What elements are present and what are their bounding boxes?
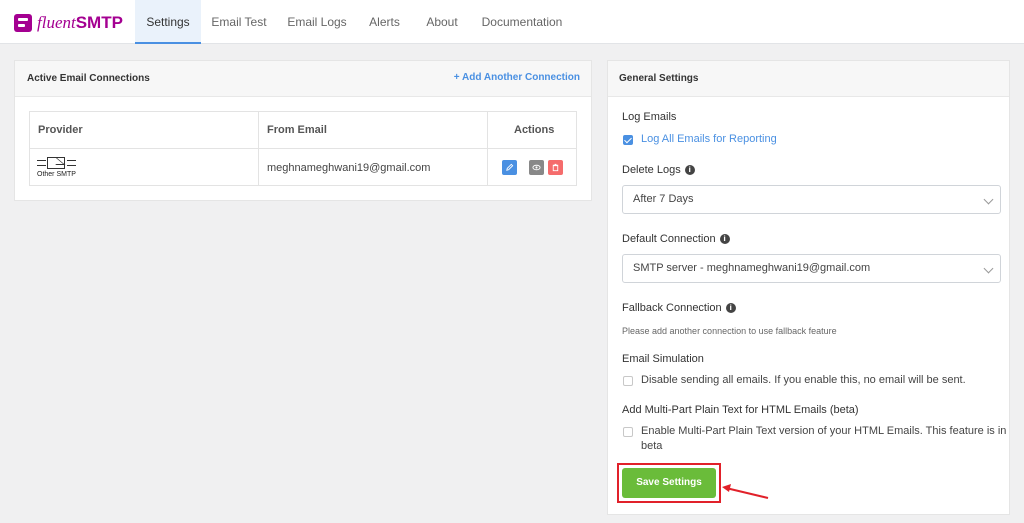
delete-logs-label: Delete Logs i [622, 164, 695, 176]
logo-text-smtp: SMTP [75, 13, 123, 32]
red-arrow-icon [722, 484, 769, 499]
tab-alerts[interactable]: Alerts [362, 0, 407, 44]
fluentsmtp-logo[interactable]: fluent SMTP [14, 13, 123, 33]
speed-lines-icon [67, 160, 76, 166]
log-emails-label: Log Emails [622, 111, 676, 123]
add-connection-link[interactable]: + Add Another Connection [454, 72, 580, 83]
from-email-value: meghnameghwani19@gmail.com [267, 162, 431, 174]
email-simulation-checkbox-label[interactable]: Disable sending all emails. If you enabl… [641, 373, 966, 388]
multipart-label-text: Add Multi-Part Plain Text for HTML Email… [622, 404, 859, 416]
multipart-checkbox[interactable] [623, 427, 633, 437]
info-icon[interactable]: i [725, 303, 736, 313]
log-emails-label-text: Log Emails [622, 111, 677, 123]
delete-logs-value: After 7 Days [633, 193, 694, 205]
actions-header: Actions [514, 124, 555, 136]
email-simulation-checkbox[interactable] [623, 376, 633, 386]
multipart-checkbox-label-line-1[interactable]: Enable Multi-Part Plain Text version of … [641, 424, 1006, 439]
delete-logs-select[interactable]: After 7 Days [622, 185, 1001, 214]
default-connection-select[interactable]: SMTP server - meghnameghwani19@gmail.com [622, 254, 1001, 283]
eye-icon [532, 164, 541, 171]
multipart-checkbox-label-line-2[interactable]: beta [641, 439, 662, 454]
fluentsmtp-logo-icon [14, 14, 32, 32]
general-settings-header: General Settings [608, 61, 1009, 97]
tab-documentation[interactable]: Documentation [477, 0, 567, 44]
email-simulation-label-text: Email Simulation [622, 353, 704, 365]
delete-connection-button[interactable] [548, 160, 563, 175]
log-emails-checkbox-label[interactable]: Log All Emails for Reporting [641, 132, 777, 147]
delete-logs-label-text: Delete Logs [622, 164, 681, 176]
active-connections-title: Active Email Connections [27, 73, 150, 84]
tab-about[interactable]: About [418, 0, 466, 44]
save-settings-button[interactable]: Save Settings [622, 468, 716, 498]
provider-header: Provider [38, 124, 83, 136]
fallback-hint: Please add another connection to use fal… [622, 326, 837, 336]
email-simulation-label: Email Simulation [622, 353, 704, 365]
info-icon[interactable]: i [684, 165, 695, 175]
top-nav: fluent SMTP Settings Email Test Email Lo… [0, 0, 1024, 44]
general-settings-title: General Settings [619, 73, 699, 84]
trash-icon [552, 163, 559, 172]
tab-email-test[interactable]: Email Test [205, 0, 273, 44]
chevron-down-icon [983, 194, 994, 205]
pencil-icon [506, 163, 514, 171]
column-divider [258, 112, 259, 185]
default-connection-value: SMTP server - meghnameghwani19@gmail.com [633, 262, 871, 274]
edit-connection-button[interactable] [502, 160, 517, 175]
connections-table: Provider From Email Actions Other SMTP m… [29, 111, 577, 186]
active-connections-header: Active Email Connections + Add Another C… [15, 61, 591, 97]
fallback-connection-label-text: Fallback Connection [622, 302, 722, 314]
tab-email-logs[interactable]: Email Logs [283, 0, 351, 44]
multipart-label: Add Multi-Part Plain Text for HTML Email… [622, 404, 859, 416]
speed-lines-icon [37, 160, 46, 166]
column-divider [487, 112, 488, 185]
other-smtp-logo: Other SMTP [37, 157, 87, 182]
fallback-connection-label: Fallback Connection i [622, 302, 736, 314]
chevron-down-icon [983, 263, 994, 274]
from-email-header: From Email [267, 124, 327, 136]
log-emails-checkbox[interactable] [623, 135, 633, 145]
info-icon[interactable]: i [719, 234, 730, 244]
general-settings-panel: General Settings Log Emails Log All Emai… [607, 60, 1010, 515]
logo-text-fluent: fluent [37, 13, 76, 32]
default-connection-label-text: Default Connection [622, 233, 716, 245]
active-connections-panel: Active Email Connections + Add Another C… [14, 60, 592, 201]
provider-name: Other SMTP [37, 171, 76, 178]
tab-settings[interactable]: Settings [135, 0, 201, 44]
default-connection-label: Default Connection i [622, 233, 730, 245]
view-connection-button[interactable] [529, 160, 544, 175]
envelope-icon [47, 157, 65, 169]
